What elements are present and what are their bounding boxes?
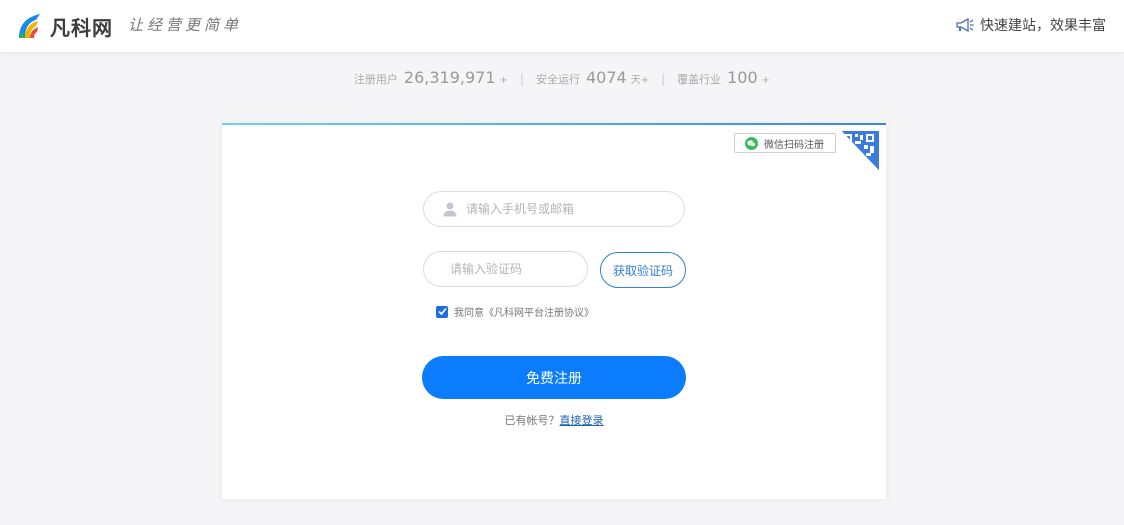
stat-uptime: 安全运行 4074 天+ (536, 68, 649, 87)
stat-label: 覆盖行业 (677, 73, 722, 86)
stat-suffix: 天+ (630, 75, 650, 86)
stat-users: 注册用户 26,319,971 + (354, 68, 508, 87)
tagline-text: 快速建站，效果丰富 (980, 18, 1106, 34)
megaphone-icon (956, 18, 974, 32)
agreement-row[interactable]: 我同意《凡科网平台注册协议》 (436, 304, 594, 319)
tagline[interactable]: 快速建站，效果丰富 (956, 15, 1106, 35)
stat-industries: 覆盖行业 100 + (677, 68, 770, 87)
login-prompt: 已有帐号？直接登录 (222, 412, 886, 428)
logo-text: 凡科网 (50, 15, 113, 40)
phone-email-input[interactable] (464, 201, 684, 217)
check-icon (437, 307, 447, 316)
register-card: 微信扫码注册 获取验证码 (222, 123, 886, 499)
stat-label: 安全运行 (535, 73, 580, 86)
stat-suffix: + (499, 75, 508, 86)
logo[interactable]: 凡科网 (16, 10, 113, 42)
stat-suffix: + (761, 75, 771, 86)
slogan: 让经营更简单 (128, 16, 243, 34)
verification-code-field[interactable] (423, 251, 602, 287)
phone-email-field[interactable] (423, 191, 685, 227)
stat-separator: | (519, 72, 524, 86)
stat-value: 100 (727, 68, 758, 87)
get-code-button[interactable]: 获取验证码 (600, 252, 686, 288)
stat-separator: | (661, 72, 666, 86)
agree-checkbox[interactable] (436, 305, 448, 318)
register-button[interactable]: 免费注册 (422, 356, 686, 399)
user-icon (443, 202, 457, 217)
stat-label: 注册用户 (353, 73, 398, 86)
stats-bar: 注册用户 26,319,971 + | 安全运行 4074 天+ | 覆盖行业 … (0, 68, 1124, 87)
verification-code-input[interactable] (448, 261, 602, 277)
wechat-qr-register-button[interactable]: 微信扫码注册 (734, 133, 836, 153)
stat-value: 4074 (585, 68, 627, 87)
card-accent-line (222, 123, 886, 125)
have-account-text: 已有帐号？ (504, 414, 560, 427)
qr-register-label: 微信扫码注册 (764, 139, 824, 151)
agreement-text[interactable]: 我同意《凡科网平台注册协议》 (454, 304, 594, 319)
wechat-icon (745, 136, 758, 150)
login-link[interactable]: 直接登录 (560, 414, 604, 427)
stat-value: 26,319,971 (403, 68, 496, 87)
fanke-logo-icon (19, 14, 40, 38)
top-header: 凡科网 让经营更简单 快速建站，效果丰富 (0, 0, 1124, 52)
qr-corner-icon[interactable] (841, 131, 879, 171)
